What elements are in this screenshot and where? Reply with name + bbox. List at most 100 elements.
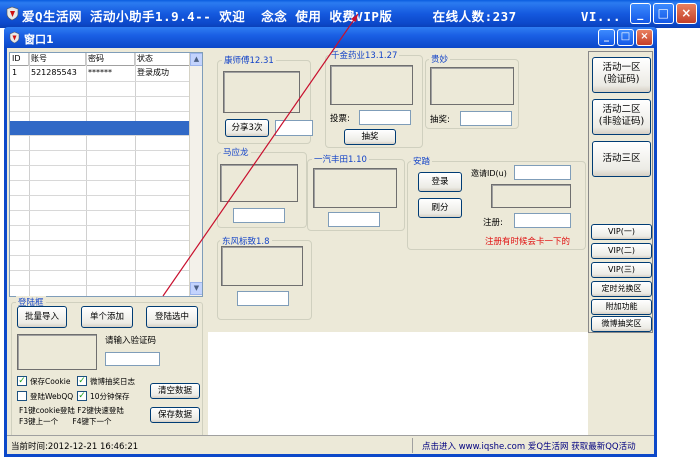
anta-captcha-image [491, 184, 571, 208]
app-icon [6, 6, 19, 21]
webqq-label: 登陆WebQQ [30, 392, 74, 401]
extra-functions-button[interactable]: 附加功能 [591, 299, 652, 315]
kangshifu-input[interactable] [275, 120, 313, 136]
batch-import-button[interactable]: 批量导入 [17, 306, 67, 328]
inner-window-title: 窗口1 [24, 33, 54, 46]
table-row[interactable] [10, 151, 190, 166]
output-area[interactable] [208, 332, 588, 440]
column-header-password[interactable]: 密码 [86, 53, 135, 66]
table-row[interactable] [10, 241, 190, 256]
table-row[interactable] [10, 97, 190, 112]
register-input[interactable] [514, 213, 571, 228]
anta-refresh-button[interactable]: 刷分 [418, 198, 462, 218]
account-table[interactable]: ID 账号 密码 状态 1 521285543 ****** 登录成功 ▲ ▼ [9, 52, 203, 297]
zone1-subtitle: (验证码) [603, 74, 640, 85]
zone1-button[interactable]: 活动一区 (验证码) [592, 57, 651, 93]
anta-legend: 安踏 [411, 155, 433, 167]
app-title-bar: 爱Q生活网 活动小助手1.9.4-- 欢迎 念念 使用 收费VIP版 在线人数:… [0, 0, 700, 28]
qianjin-legend: 千金药业13.1.27 [329, 49, 400, 61]
table-row[interactable] [10, 181, 190, 196]
ten-min-save-checkbox[interactable]: ✓ [77, 391, 87, 401]
share-button[interactable]: 分享3次 [225, 119, 269, 137]
inner-minimize-button[interactable]: _ [598, 29, 615, 46]
save-cookie-label: 保存Cookie [30, 377, 71, 386]
cell-status: 登录成功 [137, 68, 169, 77]
current-time: 当前时间:2012-12-21 16:46:21 [11, 442, 139, 452]
minimize-button[interactable]: _ [630, 3, 651, 24]
client-area: ID 账号 密码 状态 1 521285543 ****** 登录成功 ▲ ▼ … [7, 48, 654, 454]
cell-password: ****** [88, 68, 112, 77]
maying-legend: 马应龙 [221, 146, 251, 158]
table-row-selected[interactable] [10, 121, 190, 136]
dongfeng-input[interactable] [237, 291, 289, 306]
scroll-up-arrow-icon[interactable]: ▲ [190, 53, 202, 66]
yiqi-captcha-image [313, 168, 397, 208]
table-row[interactable] [10, 256, 190, 271]
webqq-checkbox[interactable] [17, 391, 27, 401]
hotkey-hint-1: F1键cookie登陆 F2键快速登陆 [19, 406, 124, 415]
register-label: 注册: [483, 218, 503, 228]
invite-id-input[interactable] [514, 165, 571, 180]
save-cookie-checkbox[interactable]: ✓ [17, 376, 27, 386]
maying-captcha-image [220, 164, 298, 202]
inner-window: 窗口1 _ □ × ID 账号 密码 状态 1 521285543 ******… [4, 27, 657, 457]
yiqi-input[interactable] [328, 212, 380, 227]
column-header-status[interactable]: 状态 [135, 53, 190, 66]
right-panel: 活动一区 (验证码) 活动二区 (非验证码) 活动三区 VIP(一) VIP(二… [588, 51, 653, 333]
table-row[interactable] [10, 136, 190, 151]
app-title: 爱Q生活网 活动小助手1.9.4-- 欢迎 念念 使用 收费VIP版 在线人数:… [22, 9, 622, 24]
table-row[interactable] [10, 166, 190, 181]
ten-min-save-label: 10分钟保存 [90, 392, 130, 401]
inner-maximize-button[interactable]: □ [617, 29, 634, 46]
zone3-button[interactable]: 活动三区 [592, 141, 651, 177]
captcha-prompt: 请输入验证码 [105, 336, 157, 346]
weibo-log-label: 微博抽奖日志 [90, 377, 135, 386]
column-header-id[interactable]: ID [10, 53, 29, 66]
table-header: ID 账号 密码 状态 [10, 53, 190, 66]
captcha-image [17, 334, 97, 370]
vip1-button[interactable]: VIP(一) [591, 224, 652, 240]
zone2-subtitle: (非验证码) [598, 116, 645, 127]
close-button[interactable]: × [676, 3, 697, 24]
maximize-button[interactable]: □ [653, 3, 674, 24]
vote-label: 投票: [330, 114, 350, 124]
captcha-input[interactable] [105, 352, 160, 366]
haomiao-lottery-label: 抽奖: [430, 115, 450, 125]
scroll-down-arrow-icon[interactable]: ▼ [190, 282, 202, 295]
table-row[interactable] [10, 82, 190, 97]
table-row[interactable] [10, 211, 190, 226]
table-row[interactable] [10, 226, 190, 241]
qianjin-lottery-button[interactable]: 抽奖 [344, 129, 396, 145]
table-row[interactable] [10, 196, 190, 211]
haomiao-legend: 贵妙 [429, 53, 451, 65]
clear-data-button[interactable]: 清空数据 [150, 383, 200, 399]
table-row[interactable] [10, 271, 190, 286]
yiqi-legend: 一汽丰田1.10 [312, 153, 369, 165]
vip2-button[interactable]: VIP(二) [591, 243, 652, 259]
status-divider [412, 438, 413, 453]
website-link[interactable]: 点击进入 www.iqshe.com 爱Q生活网 获取最新QQ活动 [422, 440, 636, 452]
vote-input[interactable] [359, 110, 411, 125]
weibo-lottery-button[interactable]: 微博抽奖区 [591, 316, 652, 332]
table-row[interactable]: 1 521285543 ****** 登录成功 [10, 67, 190, 82]
single-add-button[interactable]: 单个添加 [81, 306, 133, 328]
register-hint: 注册有时候会卡一下的 [485, 237, 571, 247]
anta-login-button[interactable]: 登录 [418, 172, 462, 192]
login-selected-button[interactable]: 登陆选中 [146, 306, 198, 328]
kangshifu-captcha-image [223, 71, 300, 113]
qianjin-captcha-image [330, 65, 413, 105]
kangshifu-legend: 康师傅12.31 [222, 54, 276, 66]
maying-input[interactable] [233, 208, 285, 223]
vip3-button[interactable]: VIP(三) [591, 262, 652, 278]
zone2-title: 活动二区 [602, 104, 641, 115]
column-header-account[interactable]: 账号 [29, 53, 86, 66]
save-data-button[interactable]: 保存数据 [150, 407, 200, 423]
inner-close-button[interactable]: × [636, 29, 653, 46]
table-scrollbar[interactable]: ▲ ▼ [189, 53, 202, 296]
haomiao-lottery-input[interactable] [460, 111, 512, 126]
invite-id-label: 邀请ID(u) [471, 169, 507, 178]
zone2-button[interactable]: 活动二区 (非验证码) [592, 99, 651, 135]
timed-exchange-button[interactable]: 定时兑换区 [591, 281, 652, 297]
weibo-log-checkbox[interactable]: ✓ [77, 376, 87, 386]
inner-title-bar: 窗口1 _ □ × [4, 27, 657, 48]
